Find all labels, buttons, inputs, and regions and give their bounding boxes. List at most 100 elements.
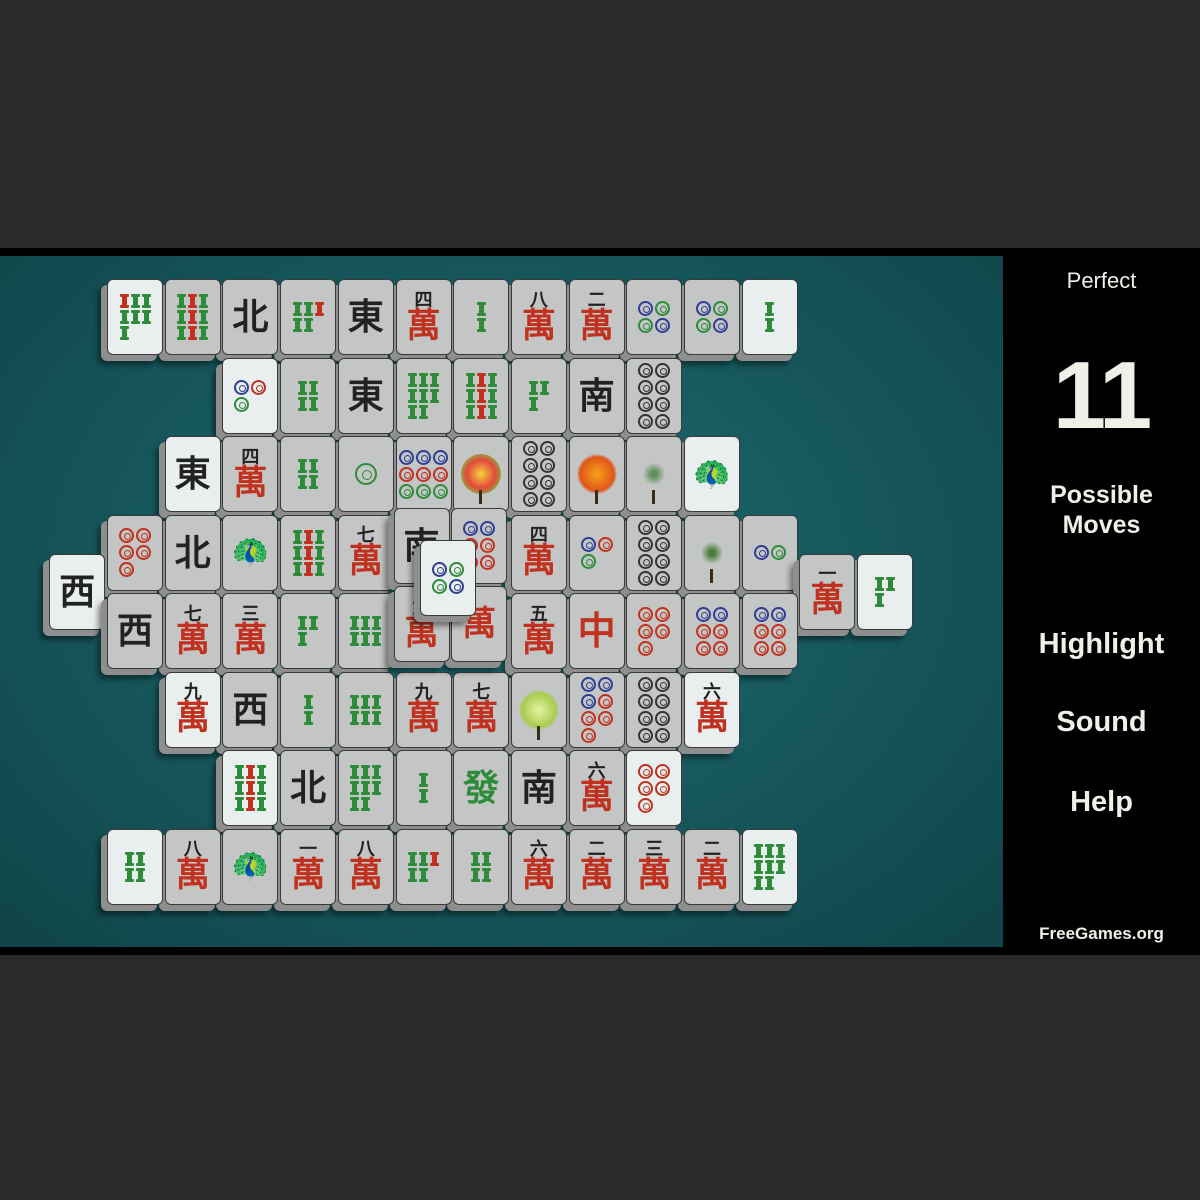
- mahjong-tile[interactable]: 七萬: [331, 514, 394, 597]
- mahjong-tile[interactable]: [504, 671, 567, 754]
- tile-face: 四萬: [510, 514, 567, 591]
- mahjong-tile[interactable]: [447, 436, 510, 518]
- mahjong-tile[interactable]: 八萬: [504, 279, 567, 361]
- mahjong-tile[interactable]: [331, 593, 394, 675]
- mahjong-tile[interactable]: 西: [216, 671, 279, 754]
- mahjong-tile[interactable]: 北: [158, 514, 221, 597]
- help-button[interactable]: Help: [1003, 786, 1200, 819]
- mahjong-tile[interactable]: [735, 593, 798, 675]
- mahjong-tile[interactable]: 二萬: [678, 828, 740, 911]
- mahjong-tile[interactable]: 二萬: [562, 279, 625, 361]
- bamboo-stick: [350, 797, 360, 811]
- mahjong-tile[interactable]: 東: [331, 279, 394, 361]
- mahjong-tile[interactable]: 九萬: [389, 671, 452, 754]
- mahjong-tile[interactable]: 東: [331, 357, 394, 440]
- mahjong-tile[interactable]: [274, 279, 337, 361]
- mahjong-tile[interactable]: 南: [562, 357, 625, 440]
- tile-face: [280, 671, 337, 748]
- mahjong-tile[interactable]: 🦚: [216, 514, 279, 597]
- mahjong-tile[interactable]: [274, 514, 337, 597]
- mahjong-tile[interactable]: [158, 279, 221, 361]
- mahjong-tile[interactable]: [562, 514, 625, 597]
- mahjong-tile[interactable]: [678, 279, 740, 361]
- mahjong-tile[interactable]: [735, 828, 798, 911]
- mahjong-tile[interactable]: 中: [562, 593, 625, 675]
- mahjong-tile[interactable]: [851, 553, 914, 636]
- mahjong-tile[interactable]: [678, 593, 740, 675]
- mahjong-tile[interactable]: 🦚: [678, 436, 740, 518]
- mahjong-tile[interactable]: 一萬: [793, 553, 856, 636]
- mahjong-tile[interactable]: 北: [216, 279, 279, 361]
- mahjong-tile[interactable]: 七萬: [447, 671, 510, 754]
- mahjong-tile[interactable]: 三萬: [216, 593, 279, 675]
- tile-face: 四萬: [222, 436, 279, 512]
- mahjong-tile[interactable]: [274, 436, 337, 518]
- mahjong-tile[interactable]: [447, 279, 510, 361]
- mahjong-tile[interactable]: [562, 436, 625, 518]
- mahjong-tile[interactable]: [620, 671, 683, 754]
- bamboo-stick: [314, 561, 324, 576]
- mahjong-tile[interactable]: [274, 593, 337, 675]
- mahjong-tile[interactable]: [620, 514, 683, 597]
- mahjong-tile[interactable]: [620, 750, 683, 832]
- mahjong-tile[interactable]: [389, 436, 452, 518]
- mahjong-tile[interactable]: 八萬: [331, 828, 394, 911]
- mahjong-tile[interactable]: [101, 514, 163, 597]
- mahjong-tile[interactable]: 西: [101, 593, 163, 675]
- dot-pip: [234, 396, 250, 412]
- mahjong-tile[interactable]: 六萬: [678, 671, 740, 754]
- mahjong-tile[interactable]: [735, 514, 798, 597]
- mahjong-tile[interactable]: 八萬: [158, 828, 221, 911]
- mahjong-tile[interactable]: 西: [43, 553, 106, 636]
- mahjong-tile[interactable]: [389, 750, 452, 832]
- mahjong-tile[interactable]: [447, 357, 510, 440]
- mahjong-tile[interactable]: [678, 514, 740, 597]
- mahjong-tile[interactable]: 三萬: [620, 828, 683, 911]
- sound-button[interactable]: Sound: [1003, 706, 1200, 739]
- mahjong-tile[interactable]: [274, 357, 337, 440]
- mahjong-tile[interactable]: 一萬: [274, 828, 337, 911]
- mahjong-tile[interactable]: [101, 279, 163, 361]
- mahjong-tile[interactable]: 七萬: [158, 593, 221, 675]
- mahjong-tile[interactable]: [101, 828, 163, 911]
- mahjong-tile[interactable]: [331, 436, 394, 518]
- highlight-button[interactable]: Highlight: [1003, 628, 1200, 661]
- mahjong-tile[interactable]: 南: [504, 750, 567, 832]
- mahjong-tile[interactable]: [620, 357, 683, 440]
- mahjong-tile[interactable]: [389, 357, 452, 440]
- mahjong-tile[interactable]: 發: [447, 750, 510, 832]
- mahjong-tile[interactable]: 四萬: [504, 514, 567, 597]
- mahjong-tile[interactable]: [620, 279, 683, 361]
- wan-character: 萬: [175, 855, 210, 895]
- mahjong-tile[interactable]: [331, 750, 394, 832]
- mahjong-tile[interactable]: [274, 671, 337, 754]
- dot-pip: [432, 578, 448, 594]
- dot-pip: [539, 458, 555, 473]
- mahjong-tile[interactable]: 二萬: [562, 828, 625, 911]
- bamboo-stick: [245, 797, 255, 811]
- mahjong-tile[interactable]: 六萬: [504, 828, 567, 911]
- mahjong-tile[interactable]: [389, 828, 452, 911]
- mahjong-tile[interactable]: 四萬: [389, 279, 452, 361]
- mahjong-tile[interactable]: 五萬: [504, 593, 567, 675]
- mahjong-tile[interactable]: [331, 671, 394, 754]
- mahjong-tile[interactable]: [620, 593, 683, 675]
- wan-character: 萬: [695, 855, 729, 895]
- mahjong-tile[interactable]: [620, 436, 683, 518]
- mahjong-tile[interactable]: [504, 436, 567, 518]
- mahjong-tile[interactable]: 東: [158, 436, 221, 518]
- site-link[interactable]: FreeGames.org: [1003, 924, 1200, 944]
- mahjong-tile[interactable]: 🦚: [216, 828, 279, 911]
- mahjong-tile[interactable]: [735, 279, 798, 361]
- mahjong-tile[interactable]: 四萬: [216, 436, 279, 518]
- mahjong-tile[interactable]: [414, 539, 477, 622]
- bamboo-stick: [419, 404, 428, 419]
- mahjong-tile[interactable]: [216, 750, 279, 832]
- mahjong-tile[interactable]: [216, 357, 279, 440]
- mahjong-tile[interactable]: 北: [274, 750, 337, 832]
- mahjong-tile[interactable]: [562, 671, 625, 754]
- mahjong-tile[interactable]: [447, 828, 510, 911]
- mahjong-tile[interactable]: 九萬: [158, 671, 221, 754]
- mahjong-tile[interactable]: [504, 357, 567, 440]
- mahjong-tile[interactable]: 六萬: [562, 750, 625, 832]
